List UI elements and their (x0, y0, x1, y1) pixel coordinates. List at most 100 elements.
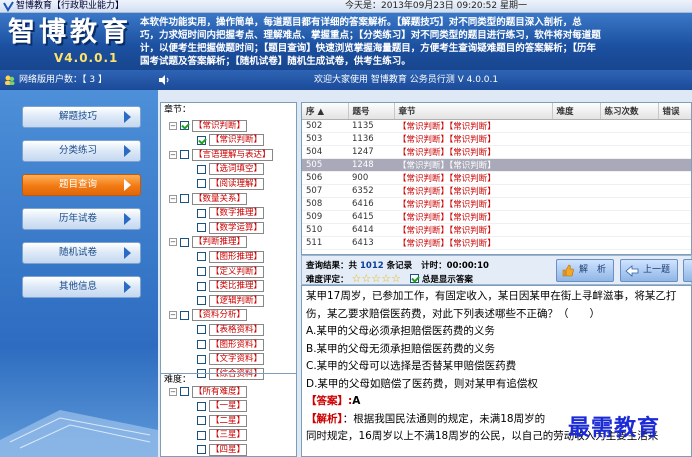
tree-checkbox[interactable] (180, 121, 189, 130)
col-num[interactable]: 题号 (348, 103, 395, 120)
tree-node[interactable]: 【二星】 (197, 414, 248, 427)
analysis-label: 【解析】 (306, 412, 343, 425)
table-row[interactable]: 511 6413 【常识判断】【常识判断】 (302, 236, 691, 250)
tree-checkbox[interactable] (197, 252, 206, 262)
show-answer-checkbox[interactable] (409, 274, 419, 283)
col-errors[interactable]: 错误 (658, 103, 691, 120)
tree-checkbox[interactable] (180, 387, 189, 396)
star-rating[interactable]: ☆☆☆☆☆ (352, 272, 401, 285)
tree-node[interactable]: 【数学运算】 (197, 221, 265, 234)
tree-node[interactable]: − 【所有难度】 (169, 385, 248, 398)
nav-qita-xinxi[interactable]: 其他信息 (22, 276, 141, 298)
prev-label: 上一题 (643, 265, 671, 275)
tree-node[interactable]: 【表格资料】 (197, 323, 265, 336)
collapse-icon[interactable]: − (169, 194, 177, 203)
tree-node[interactable]: 【四星】 (197, 443, 248, 456)
result-prefix: 查询结果：共 (306, 261, 358, 271)
tree-node[interactable]: 【文字资料】 (197, 353, 265, 366)
nav-jieti-jiqiao[interactable]: 解题技巧 (22, 106, 141, 128)
collapse-icon[interactable]: − (169, 150, 177, 159)
tree-node-label: 【二星】 (209, 414, 248, 427)
tree-checkbox[interactable] (197, 281, 206, 291)
tree-node[interactable]: − 【数量关系】 (169, 192, 248, 205)
tree-node[interactable]: − 【判断推理】 (169, 236, 248, 249)
tree-checkbox[interactable] (197, 296, 206, 306)
prev-question-button[interactable]: 上一题 (620, 259, 678, 282)
nav-suiji-shijuan[interactable]: 随机试卷 (22, 242, 141, 264)
title-bar: 智博教育【行政职业能力】 今天是：2013年09月23日 09:20:52 星期… (0, 0, 692, 13)
cell-seq: 506 (302, 171, 348, 185)
cell-seq: 509 (302, 210, 348, 224)
tree-node[interactable]: 【逻辑判断】 (197, 294, 265, 307)
tree-checkbox[interactable] (197, 340, 206, 349)
arrow-right-icon (124, 179, 131, 191)
tree-node[interactable]: 【图形推理】 (197, 250, 265, 263)
nav-linian-shijuan[interactable]: 历年试卷 (22, 208, 141, 230)
tree-checkbox[interactable] (197, 179, 206, 189)
question-grid[interactable]: 序 ▲ 题号 章节 难度 练习次数 错误 502 1135 【常识判断】【常识判断】… (301, 102, 692, 255)
tree-node[interactable]: 【常识判断】 (197, 134, 265, 147)
tree-node[interactable]: 【图形资料】 (197, 338, 265, 351)
tree-node-label: 【三星】 (209, 429, 248, 442)
tree-node[interactable]: 【一星】 (197, 400, 248, 413)
tree-node[interactable]: − 【常识判断】 (169, 119, 248, 132)
speaker-icon[interactable] (158, 74, 170, 86)
col-chapter[interactable]: 章节 (394, 103, 553, 120)
tree-checkbox[interactable] (197, 325, 206, 335)
tree-node[interactable]: 【定义判断】 (197, 265, 265, 278)
tree-node[interactable]: − 【资料分析】 (169, 309, 248, 322)
show-answer-label[interactable]: 总是显示答案 (422, 273, 473, 285)
tree-checkbox[interactable] (197, 164, 206, 174)
table-row[interactable]: 506 900 【常识判断】【常识判断】 (302, 171, 691, 185)
collapse-icon[interactable]: − (169, 238, 177, 247)
tree-node[interactable]: 【三星】 (197, 429, 248, 442)
cell-chapter-text: 【常识判断】【常识判断】 (398, 160, 496, 171)
tree-checkbox[interactable] (197, 445, 206, 455)
tree-checkbox[interactable] (197, 208, 206, 218)
tree-checkbox[interactable] (197, 430, 206, 440)
nav-label: 分类练习 (59, 145, 98, 156)
collapse-icon[interactable]: − (169, 311, 177, 320)
nav-timu-chaxun[interactable]: 题目查询 (22, 174, 141, 196)
collapse-icon[interactable]: − (169, 121, 177, 130)
tree-checkbox[interactable] (197, 354, 206, 364)
tree-checkbox[interactable] (197, 223, 206, 233)
table-row[interactable]: 505 1248 【常识判断】【常识判断】 (302, 158, 691, 172)
nav-label: 随机试卷 (59, 247, 98, 258)
tree-checkbox[interactable] (197, 416, 206, 426)
cell-seq-text: 509 (306, 211, 323, 222)
logo: 智博教育 V4.0.0.1 (8, 17, 158, 67)
table-row[interactable]: 509 6415 【常识判断】【常识判断】 (302, 210, 691, 224)
table-row[interactable]: 504 1247 【常识判断】【常识判断】 (302, 145, 691, 159)
table-row[interactable]: 503 1136 【常识判断】【常识判断】 (302, 132, 691, 146)
app-icon (3, 1, 14, 12)
tree-checkbox[interactable] (180, 310, 189, 320)
tree-checkbox[interactable] (197, 267, 206, 276)
tree-node[interactable]: − 【言语理解与表达】 (169, 148, 273, 161)
cell-chapter: 【常识判断】【常识判断】 (394, 158, 552, 172)
collapse-icon[interactable]: − (169, 387, 177, 396)
result-suffix: 条记录 (386, 261, 413, 271)
tree-checkbox[interactable] (180, 150, 189, 160)
tree-node[interactable]: 【选词填空】 (197, 163, 265, 176)
cell-chapter: 【常识判断】【常识判断】 (394, 197, 552, 211)
tree-node[interactable]: 【阅读理解】 (197, 177, 265, 190)
col-seq[interactable]: 序 ▲ (302, 103, 349, 120)
tree-checkbox[interactable] (197, 135, 206, 145)
table-row[interactable]: 507 6352 【常识判断】【常识判断】 (302, 184, 691, 198)
nav-fenlei-lianxi[interactable]: 分类练习 (22, 140, 141, 162)
analyze-button[interactable]: 解 析 (556, 259, 614, 282)
table-row[interactable]: 502 1135 【常识判断】【常识判断】 (302, 119, 691, 133)
cell-chapter: 【常识判断】【常识判断】 (394, 171, 552, 185)
tree-checkbox[interactable] (197, 401, 206, 411)
tree-checkbox[interactable] (180, 237, 189, 247)
tree-node[interactable]: 【数字推理】 (197, 207, 265, 220)
cell-difficulty (552, 223, 600, 237)
tree-checkbox[interactable] (180, 194, 189, 203)
table-row[interactable]: 508 6416 【常识判断】【常识判断】 (302, 197, 691, 211)
table-row[interactable]: 510 6414 【常识判断】【常识判断】 (302, 223, 691, 237)
tree-node[interactable]: 【类比推理】 (197, 280, 265, 293)
next-question-button[interactable] (683, 259, 692, 282)
col-difficulty[interactable]: 难度 (552, 103, 601, 120)
col-practice-count[interactable]: 练习次数 (600, 103, 659, 120)
